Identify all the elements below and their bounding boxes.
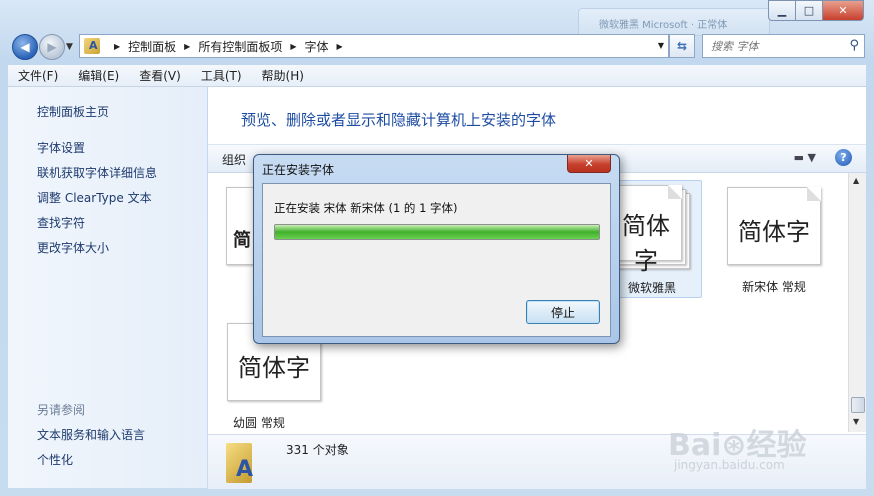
breadcrumb: ▶ 控制面板 ▶ 所有控制面板项 ▶ 字体 ▶ xyxy=(106,38,351,55)
watermark-url: jingyan.baidu.com xyxy=(674,458,785,472)
menu-file[interactable]: 文件(F) xyxy=(8,67,68,84)
recent-pages-dropdown-icon[interactable]: ▼ xyxy=(66,42,73,52)
font-preview-text: 简体字 xyxy=(238,354,310,382)
font-preview-text: 简体字 xyxy=(622,212,670,275)
breadcrumb-separator-icon[interactable]: ▶ xyxy=(114,42,120,51)
menu-bar: 文件(F) 编辑(E) 查看(V) 工具(T) 帮助(H) xyxy=(8,65,866,87)
control-panel-home-link[interactable]: 控制面板主页 xyxy=(37,103,109,120)
install-progress-bar xyxy=(274,224,600,240)
search-icon[interactable]: ⚲ xyxy=(849,38,859,53)
organize-button[interactable]: 组织 xyxy=(222,151,246,168)
dialog-close-button[interactable]: ✕ xyxy=(567,155,611,173)
background-window-tab: 微软雅黑 Microsoft · 正常体 xyxy=(578,8,770,36)
help-icon[interactable]: ? xyxy=(835,149,852,166)
explorer-window: 微软雅黑 Microsoft · 正常体 ▁ □ ✕ ◀ ▶ ▼ ▶ 控制面板 … xyxy=(0,0,874,496)
forward-button[interactable]: ▶ xyxy=(39,34,65,60)
menu-help[interactable]: 帮助(H) xyxy=(252,67,314,84)
scroll-up-arrow-icon[interactable]: ▲ xyxy=(853,176,859,185)
fonts-folder-icon xyxy=(84,38,100,54)
refresh-icon: ⇆ xyxy=(676,39,688,53)
maximize-button[interactable]: □ xyxy=(795,0,823,21)
task-cleartype[interactable]: 调整 ClearType 文本 xyxy=(37,189,152,206)
close-button[interactable]: ✕ xyxy=(822,0,864,21)
page-title: 预览、删除或者显示和隐藏计算机上安装的字体 xyxy=(241,111,557,129)
refresh-button[interactable]: ⇆ xyxy=(669,34,695,58)
back-arrow-icon: ◀ xyxy=(20,40,30,54)
font-name-label: 新宋体 常规 xyxy=(742,280,806,294)
see-also-heading: 另请参阅 xyxy=(37,403,86,417)
breadcrumb-fonts[interactable]: 字体 xyxy=(305,38,329,55)
font-preview-page: 简体字 xyxy=(610,185,682,275)
search-box[interactable]: ⚲ xyxy=(702,34,865,58)
back-button[interactable]: ◀ xyxy=(12,34,38,60)
page-fold xyxy=(807,187,821,201)
menu-edit[interactable]: 编辑(E) xyxy=(68,67,129,84)
minimize-button[interactable]: ▁ xyxy=(768,0,796,21)
see-also-personalization[interactable]: 个性化 xyxy=(37,451,73,468)
search-input[interactable] xyxy=(709,38,843,54)
task-font-info-online[interactable]: 联机获取字体详细信息 xyxy=(37,164,157,181)
page-fold xyxy=(668,185,682,199)
change-view-icon[interactable]: ▬ ▼ xyxy=(794,151,816,164)
item-count: 331 个对象 xyxy=(286,443,349,457)
font-preview-text: 简体字 xyxy=(738,218,810,246)
breadcrumb-separator-icon[interactable]: ▶ xyxy=(184,42,190,51)
dialog-body: 正在安装 宋体 新宋体 (1 的 1 字体) 停止 xyxy=(262,183,611,337)
breadcrumb-separator-icon[interactable]: ▶ xyxy=(290,42,296,51)
installing-fonts-dialog: 正在安装字体 ✕ 正在安装 宋体 新宋体 (1 的 1 字体) 停止 xyxy=(253,154,620,344)
forward-arrow-icon: ▶ xyxy=(47,40,57,54)
navigation-pane: 控制面板主页 字体设置 联机获取字体详细信息 调整 ClearType 文本 查… xyxy=(8,87,207,488)
scroll-down-arrow-icon[interactable]: ▼ xyxy=(853,417,859,426)
menu-view[interactable]: 查看(V) xyxy=(129,67,191,84)
font-tile[interactable]: 简体字 新宋体 常规 xyxy=(720,187,828,299)
menu-tools[interactable]: 工具(T) xyxy=(191,67,252,84)
font-name-label: 幼圆 常规 xyxy=(233,416,285,430)
address-bar[interactable]: ▶ 控制面板 ▶ 所有控制面板项 ▶ 字体 ▶ ▼ xyxy=(79,34,669,58)
breadcrumb-control-panel[interactable]: 控制面板 xyxy=(128,38,176,55)
scrollbar-thumb[interactable] xyxy=(851,397,865,413)
breadcrumb-separator-icon[interactable]: ▶ xyxy=(337,42,343,51)
install-status-message: 正在安装 宋体 新宋体 (1 的 1 字体) xyxy=(274,201,458,215)
address-dropdown-icon[interactable]: ▼ xyxy=(658,41,664,50)
progress-fill xyxy=(275,225,599,239)
see-also-text-services[interactable]: 文本服务和输入语言 xyxy=(37,426,145,443)
task-change-font-size[interactable]: 更改字体大小 xyxy=(37,239,109,256)
background-window-tab-text: 微软雅黑 Microsoft · 正常体 xyxy=(599,20,728,31)
breadcrumb-all-items[interactable]: 所有控制面板项 xyxy=(198,38,282,55)
task-find-character[interactable]: 查找字符 xyxy=(37,214,85,231)
stop-button[interactable]: 停止 xyxy=(526,300,600,324)
vertical-scrollbar[interactable]: ▲ ▼ xyxy=(848,173,866,432)
dialog-title: 正在安装字体 xyxy=(262,163,335,177)
fonts-folder-icon xyxy=(226,443,253,483)
window-controls: ▁ □ ✕ xyxy=(768,0,864,21)
task-font-settings[interactable]: 字体设置 xyxy=(37,139,85,156)
font-preview-page: 简体字 xyxy=(727,187,821,265)
